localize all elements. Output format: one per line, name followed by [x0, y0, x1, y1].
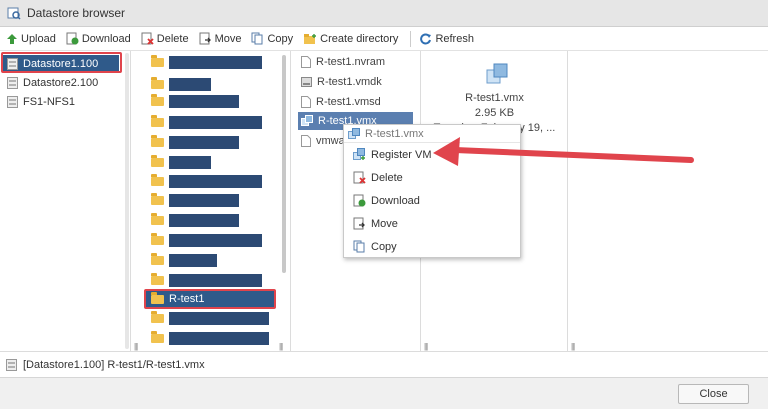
annotation-arrow: [433, 137, 694, 166]
